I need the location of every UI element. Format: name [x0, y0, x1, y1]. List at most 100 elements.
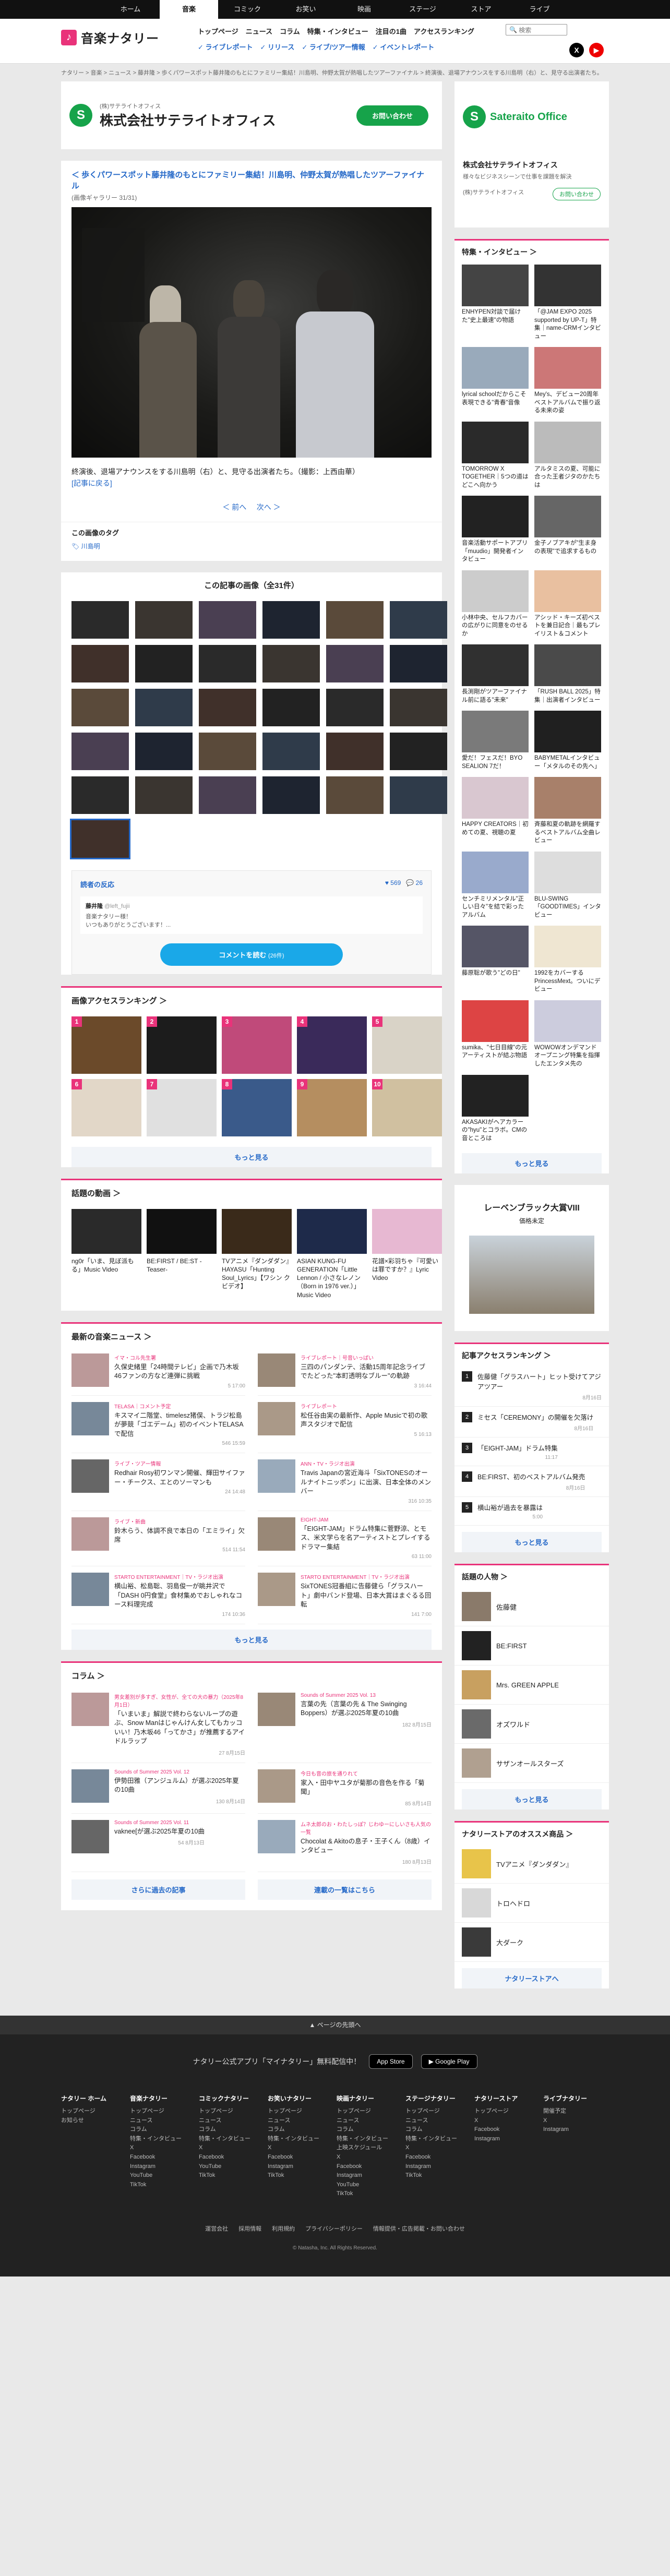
gallery-thumb[interactable]: [199, 644, 256, 682]
footer-link[interactable]: TikTok: [268, 2171, 337, 2180]
ranking-image[interactable]: 1: [71, 1016, 141, 1074]
feature-item[interactable]: 「RUSH BALL 2025」特集｜出演者インタビュー: [534, 644, 602, 704]
footer-bottom-link[interactable]: 利用規約: [272, 2224, 295, 2233]
feature-item[interactable]: sumika、"七日目線"の元アーティストが結ぶ物語: [462, 1000, 529, 1069]
footer-link[interactable]: Instagram: [337, 2171, 405, 2180]
footer-link[interactable]: YouTube: [130, 2171, 199, 2180]
footer-link[interactable]: コラム: [405, 2125, 474, 2135]
footer-link[interactable]: トップページ: [474, 2107, 543, 2116]
footer-link[interactable]: トップページ: [268, 2107, 337, 2116]
person-item[interactable]: オズワルド: [454, 1705, 609, 1744]
news-item[interactable]: STARTO ENTERTAINMENT｜TV・ラジオ出演 SixTONES冠番組…: [258, 1566, 432, 1624]
feature-item[interactable]: WOWOWオンデマンドオープニング特集を指揮したエンタメ先の: [534, 1000, 602, 1069]
footer-column-title[interactable]: ライブナタリー: [543, 2094, 612, 2103]
footer-link[interactable]: ニュース: [337, 2116, 405, 2126]
news-item[interactable]: ムネ太郎のお・わたしっぽ？じわゆーにしいさも人気の一覧 Chocolat & Ak…: [258, 1814, 432, 1872]
topnav-6[interactable]: ストア: [452, 0, 510, 19]
gallery-thumb[interactable]: [390, 732, 447, 770]
youtube-icon[interactable]: ▶: [589, 43, 604, 57]
feature-item[interactable]: 金子ノブアキが"生ま身の表現"で追求するもの: [534, 496, 602, 564]
tag-link[interactable]: 🏷 川島明: [71, 543, 100, 550]
news-more[interactable]: もっと見る: [71, 1629, 432, 1650]
menu1-item-5[interactable]: アクセスランキング: [414, 26, 474, 36]
footer-link[interactable]: Facebook: [199, 2153, 268, 2162]
search-input[interactable]: 🔍 検索: [506, 24, 567, 35]
side-ad-contact-button[interactable]: お問い合わせ: [553, 188, 601, 200]
menu2-item-2[interactable]: ✓ ライブ/ツアー情報: [302, 42, 365, 52]
feature-item[interactable]: HAPPY CREATORS｜初めての夏、視聴の夏: [462, 777, 529, 845]
footer-column-title[interactable]: ナタリー ホーム: [61, 2094, 130, 2103]
gallery-thumb[interactable]: [326, 688, 384, 726]
video-item[interactable]: BE:FIRST / BE:ST -Teaser-: [147, 1208, 217, 1299]
gallery-thumb[interactable]: [71, 688, 129, 726]
footer-link[interactable]: Instagram: [543, 2125, 612, 2135]
top-ad[interactable]: S (株)サテライトオフィス 株式会社サテライトオフィス お問い合わせ: [61, 81, 442, 149]
footer-link[interactable]: Facebook: [405, 2153, 474, 2162]
footer-column-title[interactable]: コミックナタリー: [199, 2094, 268, 2103]
footer-link[interactable]: 特集・インタビュー: [405, 2135, 474, 2144]
news-item[interactable]: Sounds of Summer 2025 Vol. 11 vaknee[が選ぶ2…: [71, 1814, 245, 1872]
gallery-thumb[interactable]: [71, 732, 129, 770]
site-logo[interactable]: ♪ 音楽ナタリー: [61, 28, 159, 46]
topnav-1[interactable]: 音楽: [160, 0, 218, 19]
feature-item[interactable]: アシッド・キーズ初ベストを兼日記合｜最もプレイリスト＆コメント: [534, 570, 602, 639]
gallery-thumb[interactable]: [70, 818, 130, 859]
video-item[interactable]: ng0r「いま、見ぼ派もる」Music Video: [71, 1208, 141, 1299]
feature-item[interactable]: 音楽活動サポートアプリ「muudio」開発者インタビュー: [462, 496, 529, 564]
footer-bottom-link[interactable]: 情報提供・広告掲載・お問い合わせ: [373, 2224, 465, 2233]
back-to-top-button[interactable]: ▲ ページの先頭へ: [0, 2016, 670, 2035]
gallery-thumb[interactable]: [71, 776, 129, 814]
footer-link[interactable]: TikTok: [337, 2189, 405, 2199]
gallery-thumb[interactable]: [326, 732, 384, 770]
ranking-image[interactable]: 4: [297, 1016, 367, 1074]
person-item[interactable]: BE:FIRST: [454, 1626, 609, 1666]
news-item[interactable]: ライブ・ツアー情報 Redhair Rosy初ワンマン開催、輝田サイファー・チーク…: [71, 1453, 245, 1511]
gallery-thumb[interactable]: [135, 776, 193, 814]
footer-bottom-link[interactable]: 運営会社: [205, 2224, 228, 2233]
footer-link[interactable]: 特集・インタビュー: [268, 2135, 337, 2144]
feature-item[interactable]: 1992をカバーするPrincessMext。ついにデビュー: [534, 926, 602, 994]
gallery-thumb[interactable]: [71, 644, 129, 682]
person-item[interactable]: サザンオールスターズ: [454, 1744, 609, 1783]
ranking-image[interactable]: 9: [297, 1079, 367, 1136]
feature-item[interactable]: センチミリメンタル"正しい日々"を結で彩ったアルバム: [462, 851, 529, 920]
store-link[interactable]: ナタリーストアへ: [462, 1968, 602, 1989]
feature-item[interactable]: AKASAKIがヘアカラー の"hyu"とコラボ。CMの音ところは: [462, 1074, 529, 1143]
menu2-item-1[interactable]: ✓ リリース: [260, 42, 295, 52]
footer-link[interactable]: Instagram: [474, 2135, 543, 2144]
prev-photo-button[interactable]: ＜ 前へ: [222, 503, 246, 511]
news-item[interactable]: ライブレポート 松任谷由実の最新作、Apple Musicで初の歌声スタジオで配信…: [258, 1396, 432, 1454]
gallery-thumb[interactable]: [135, 688, 193, 726]
footer-link[interactable]: YouTube: [199, 2162, 268, 2172]
ranking-image[interactable]: 10: [372, 1079, 442, 1136]
gallery-thumb[interactable]: [390, 688, 447, 726]
footer-link[interactable]: X: [268, 2143, 337, 2153]
google-play-button[interactable]: ▶ Google Play: [421, 2054, 477, 2069]
gallery-thumb[interactable]: [262, 601, 320, 639]
footer-link[interactable]: コラム: [130, 2125, 199, 2135]
article-ranking-item[interactable]: 5 横山裕が過去を暴露は 5:00: [454, 1497, 609, 1526]
person-item[interactable]: Mrs. GREEN APPLE: [454, 1666, 609, 1705]
gallery-thumb[interactable]: [262, 776, 320, 814]
footer-link[interactable]: 特集・インタビュー: [130, 2135, 199, 2144]
gallery-thumb[interactable]: [326, 776, 384, 814]
topnav-2[interactable]: コミック: [218, 0, 277, 19]
feature-item[interactable]: 愛だ！フェスだ！BYO SEALION 7だ！: [462, 711, 529, 771]
topnav-7[interactable]: ライブ: [510, 0, 569, 19]
gallery-thumb[interactable]: [71, 601, 129, 639]
series-list-button[interactable]: 連載の一覧はこちら: [258, 1879, 432, 1900]
gallery-thumb[interactable]: [199, 688, 256, 726]
footer-link[interactable]: Facebook: [130, 2153, 199, 2162]
footer-link[interactable]: X: [543, 2116, 612, 2126]
video-item[interactable]: TVアニメ『ダンダダン』HAYASU「Hunting Soul_Lyrics」【…: [222, 1208, 292, 1299]
article-ranking-item[interactable]: 3 「EIGHT-JAM」ドラム特集 11:17: [454, 1437, 609, 1467]
feature-item[interactable]: BLU-SWING「GOODTIMES」インタビュー: [534, 851, 602, 920]
footer-column-title[interactable]: お笑いナタリー: [268, 2094, 337, 2103]
side-ad[interactable]: S Sateraito Office 株式会社サテライトオフィス 様々なビジネス…: [454, 81, 609, 227]
image-ranking-more[interactable]: もっと見る: [71, 1146, 432, 1167]
video-item[interactable]: 花譜×彩羽ちゃ『可愛いは罪ですか？』Lyric Video: [372, 1208, 442, 1299]
topnav-0[interactable]: ホーム: [101, 0, 160, 19]
news-item[interactable]: イマ・コル先生署 久保史緒里「24時間テレビ」企画で乃木坂46ファンの方など連弾に…: [71, 1347, 245, 1396]
news-item[interactable]: TELASA｜コメント予定 キスマイ二階堂、timelesz猪俣、トラジ松島が夢競…: [71, 1396, 245, 1454]
footer-link[interactable]: 特集・インタビュー: [199, 2135, 268, 2144]
